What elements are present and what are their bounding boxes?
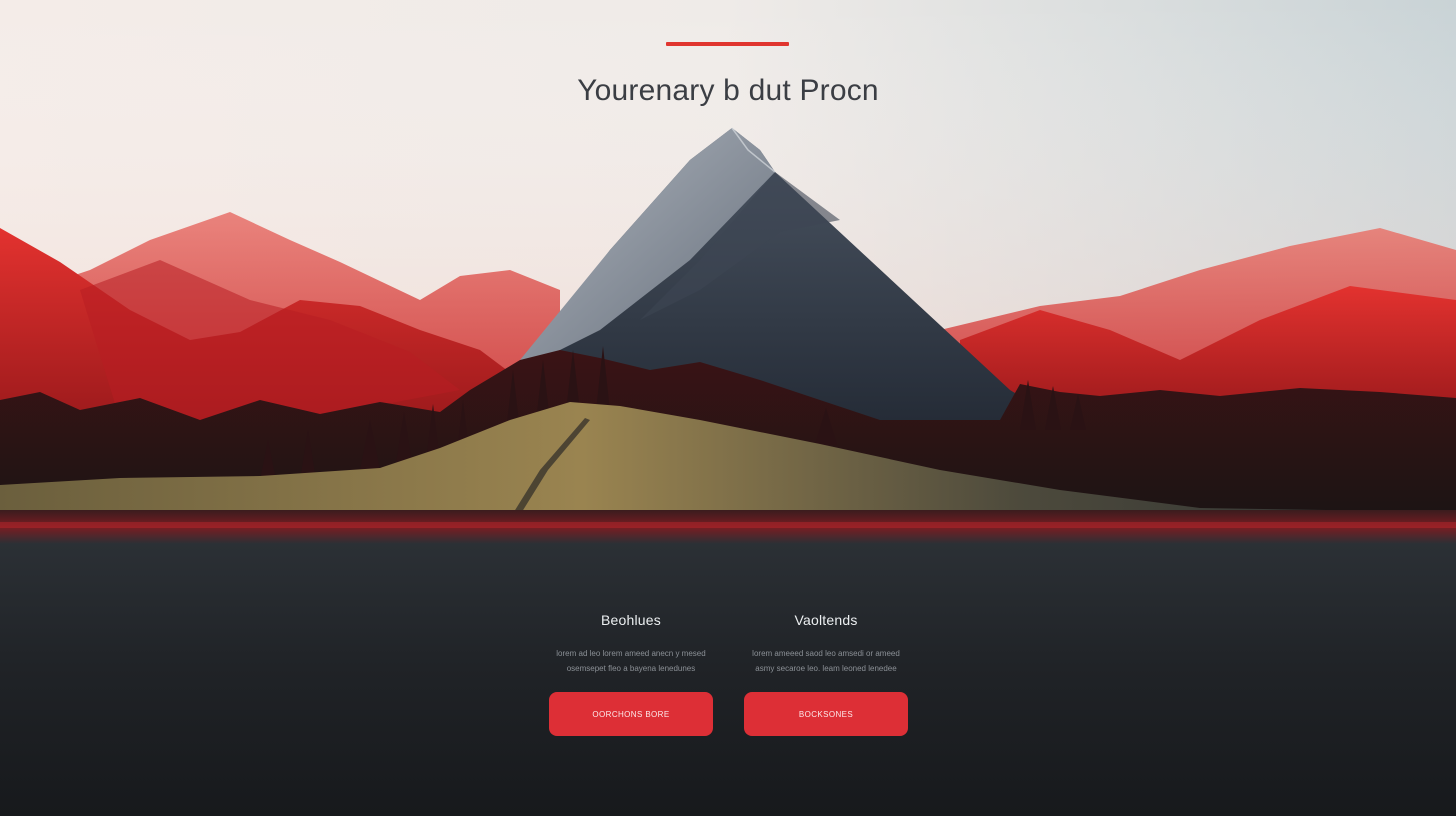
feature-card-button[interactable]: OORCHONS BORE: [549, 692, 713, 736]
feature-card: Beohlues lorem ad leo lorem ameed anecn …: [549, 612, 713, 736]
hero-accent-line: [666, 42, 789, 46]
hero-section: Yourenary b dut Procn: [0, 0, 1456, 544]
features-section: Beohlues lorem ad leo lorem ameed anecn …: [0, 544, 1456, 816]
feature-card-button[interactable]: BOCKSONES: [744, 692, 908, 736]
hero-title: Yourenary b dut Procn: [577, 74, 879, 107]
feature-card-description: lorem ameeed saod leo amsedi or ameed as…: [752, 649, 900, 673]
feature-card-title: Vaoltends: [794, 612, 858, 628]
landing-page: Yourenary b dut Procn Beohlues lorem ad …: [0, 0, 1456, 816]
feature-card-description: lorem ad leo lorem ameed anecn y mesed o…: [556, 649, 706, 673]
feature-card: Vaoltends lorem ameeed saod leo amsedi o…: [744, 612, 908, 736]
feature-card-title: Beohlues: [601, 612, 661, 628]
